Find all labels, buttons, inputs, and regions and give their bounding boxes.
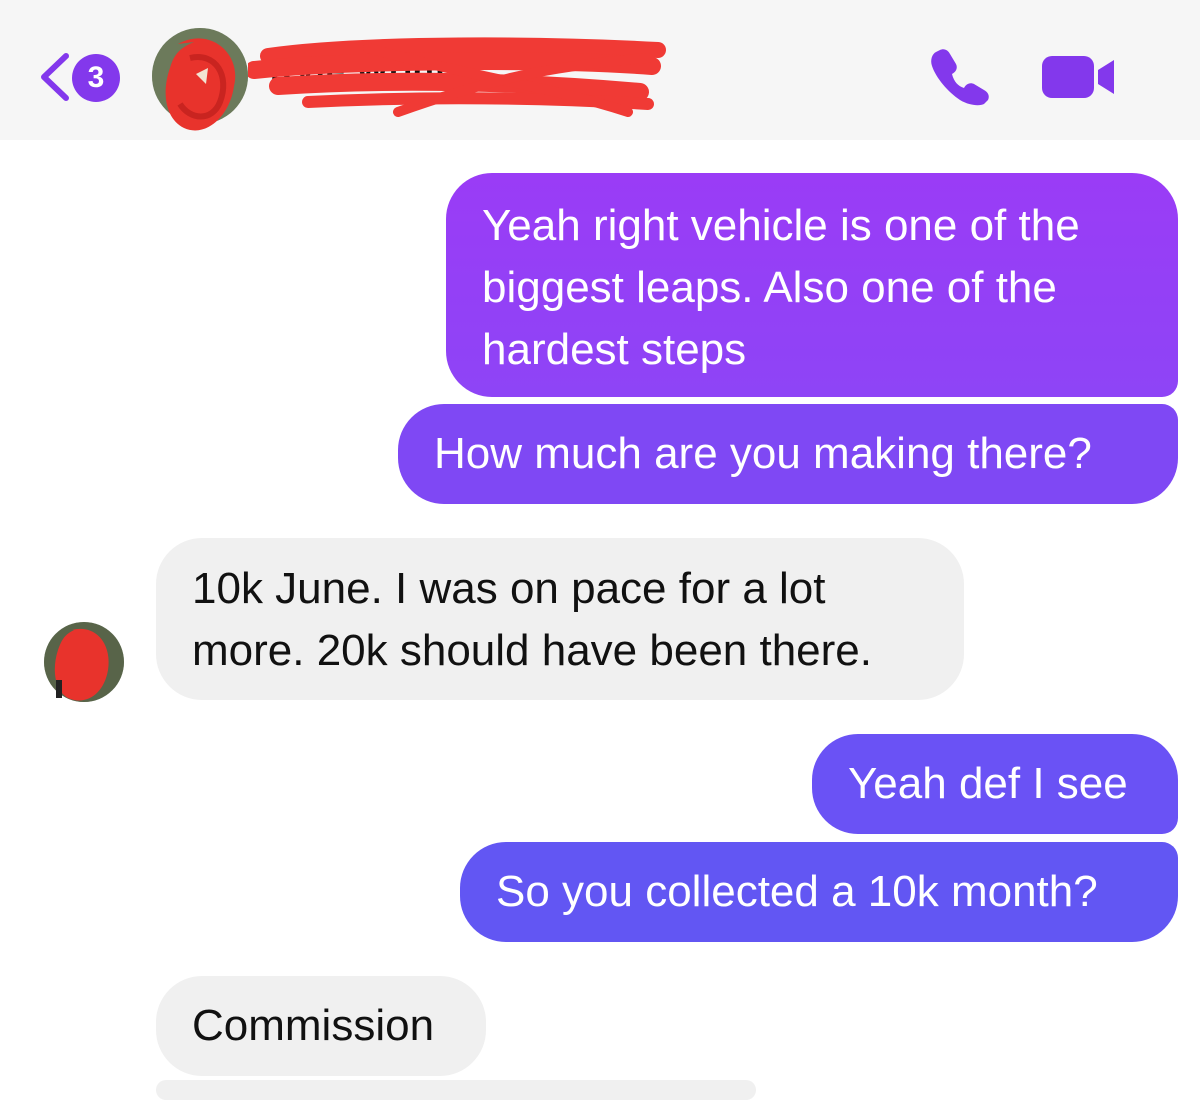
message-text: hardest steps [482,325,747,374]
message-text: So you collected a 10k month? [496,867,1098,916]
message-text: more. 20k should have been there. [192,626,873,675]
message-text: biggest leaps. Also one of the [482,263,1057,312]
message-text: Yeah right vehicle is one of the [482,201,1080,250]
message-text: Commission [192,1001,435,1050]
redaction-scribble [248,37,666,117]
conversation-header: 3 Kyle Wright [0,0,1200,140]
message-bubble-outgoing[interactable]: Yeah right vehicle is one of the biggest… [446,173,1178,397]
message-bubble-outgoing[interactable]: How much are you making there? [398,404,1178,504]
message-bubble-outgoing[interactable]: So you collected a 10k month? [460,842,1178,942]
message-bubble-incoming-partial[interactable] [156,1080,756,1100]
message-text: 10k June. I was on pace for a lot [192,564,826,613]
contact-avatar-small[interactable] [42,620,126,706]
message-text: Yeah def I see [848,759,1128,808]
video-camera-icon[interactable] [1040,50,1120,104]
contact-avatar[interactable] [150,24,260,142]
message-text: How much are you making there? [434,429,1092,478]
chevron-left-icon[interactable] [36,50,76,104]
message-bubble-outgoing[interactable]: Yeah def I see [812,734,1178,834]
message-bubble-incoming[interactable]: Commission [156,976,486,1076]
unread-count-badge[interactable]: 3 [72,54,120,102]
message-bubble-incoming[interactable]: 10k June. I was on pace for a lot more. … [156,538,964,700]
phone-icon[interactable] [928,44,992,108]
